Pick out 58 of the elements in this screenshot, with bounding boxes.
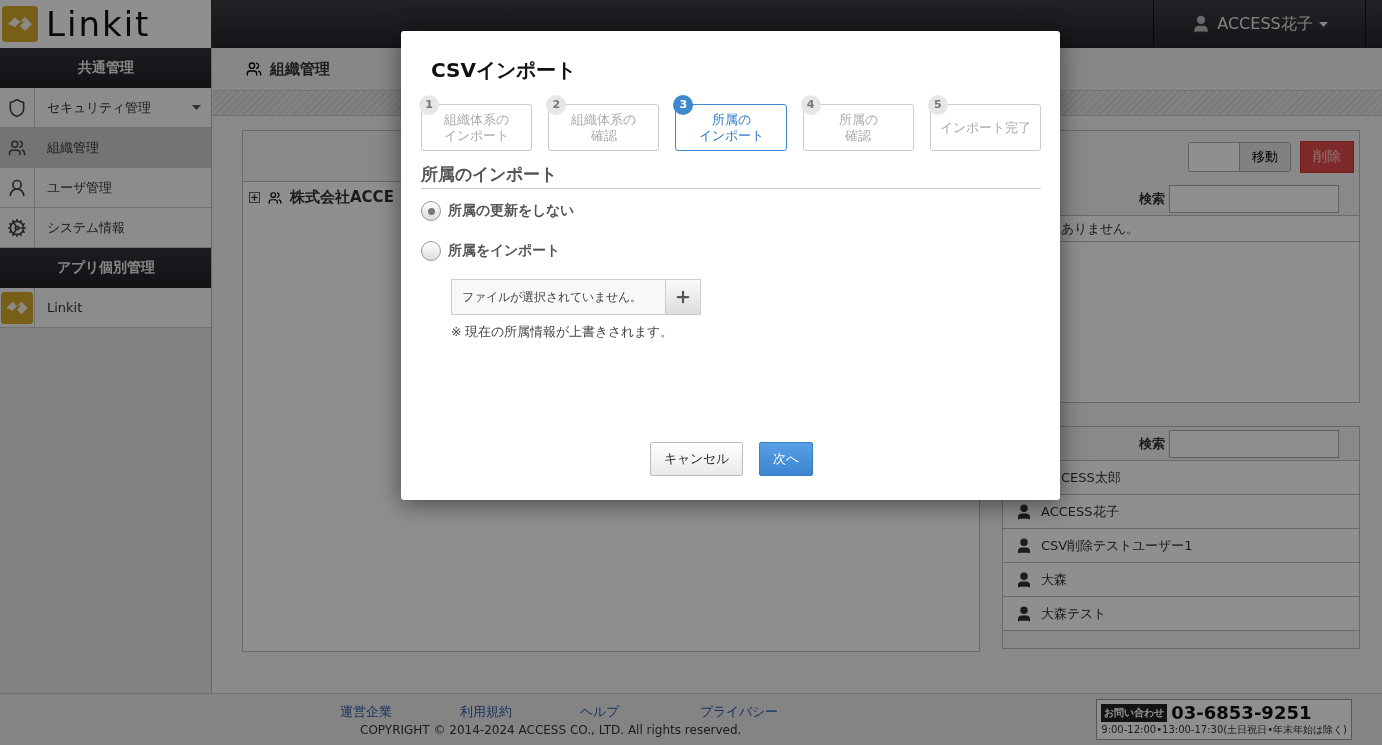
user-icon xyxy=(1015,502,1033,521)
copyright-text: COPYRIGHT © 2014-2024 ACCESS CO., LTD. All rights reserved. xyxy=(359,722,743,737)
user-icon xyxy=(1015,570,1033,589)
sidebar-heading: アプリ個別管理 xyxy=(0,248,211,288)
next-button[interactable]: 次へ xyxy=(758,442,813,476)
footer-link[interactable]: 運営企業 xyxy=(340,702,460,721)
add-file-button[interactable] xyxy=(666,279,701,315)
section-title: 所属のインポート xyxy=(421,163,1041,189)
radio-button[interactable] xyxy=(421,201,441,221)
group-icon xyxy=(8,138,26,157)
caret-icon xyxy=(192,105,201,110)
step-number: 2 xyxy=(546,95,567,115)
step-number: 5 xyxy=(927,95,948,115)
sidebar-heading: 共通管理 xyxy=(0,48,211,88)
search-label: 検索 xyxy=(1139,434,1165,453)
user-name[interactable]: 大森テスト xyxy=(1041,604,1106,623)
step-number: 3 xyxy=(673,95,694,115)
footer-link[interactable]: ヘルプ xyxy=(580,702,700,721)
user-name[interactable]: CESS太郎 xyxy=(1061,468,1121,487)
user-icon xyxy=(1015,604,1033,623)
phone-number: 03-6853-9251 xyxy=(1171,702,1312,723)
user-icon xyxy=(1015,536,1033,555)
sidebar-item[interactable]: システム情報 xyxy=(0,208,211,248)
user-name[interactable]: ACCESS花子 xyxy=(1041,502,1119,521)
sidebar-item[interactable]: ユーザ管理 xyxy=(0,168,211,208)
dialog-title: CSVインポート xyxy=(430,57,577,84)
note-text: ※ 現在の所属情報が上書きされます。 xyxy=(451,324,675,341)
step-number: 1 xyxy=(419,95,439,115)
user-icon xyxy=(7,177,27,198)
user-name[interactable]: CSV削除テストユーザー1 xyxy=(1041,536,1193,555)
plus-icon xyxy=(674,288,692,306)
option-label: 所属をインポート xyxy=(448,242,560,260)
step-number: 4 xyxy=(800,95,821,115)
sidebar-item[interactable]: セキュリティ管理 xyxy=(0,88,211,128)
logo-text: Linkit xyxy=(46,4,151,44)
search-label: 検索 xyxy=(1139,189,1165,208)
search-field[interactable] xyxy=(1169,429,1339,458)
sidebar-item[interactable]: 組織管理 xyxy=(0,128,211,168)
radio-button[interactable] xyxy=(421,241,441,261)
footer-link[interactable]: プライバシー xyxy=(700,702,820,721)
sidebar-item[interactable]: Linkit xyxy=(0,288,211,328)
caret-icon xyxy=(1318,21,1328,27)
option-label: 所属の更新をしない xyxy=(448,202,574,220)
page-title: 組織管理 xyxy=(270,59,330,79)
contact-hours: 9:00-12:00•13:00-17:30(土日祝日•年末年始は除く) xyxy=(1101,723,1347,737)
logo-icon xyxy=(1,291,33,324)
group-icon xyxy=(268,190,282,205)
file-field[interactable]: ファイルが選択されていません。 xyxy=(451,279,666,315)
user-name[interactable]: 大森 xyxy=(1041,570,1067,589)
search-field[interactable] xyxy=(1169,184,1339,213)
cancel-button[interactable]: キャンセル xyxy=(649,442,743,476)
contact-label: お問い合わせ xyxy=(1101,703,1168,722)
footer-link[interactable]: 利用規約 xyxy=(460,702,580,721)
tree-node[interactable]: 株式会社ACCE xyxy=(290,188,394,207)
expand-toggle[interactable] xyxy=(249,192,260,203)
shield-icon xyxy=(7,97,27,118)
group-icon xyxy=(246,61,262,77)
gear-icon xyxy=(7,217,27,238)
